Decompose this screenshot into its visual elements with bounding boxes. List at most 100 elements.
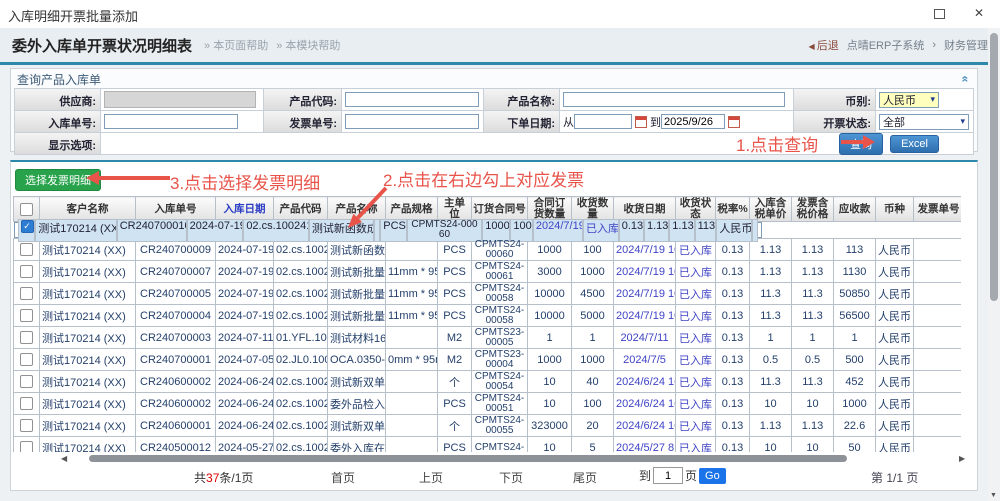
cell-currency: 人民币 (876, 437, 914, 453)
cell-invoice-price: 1.13 (792, 239, 834, 261)
cell-inbound-unit-price: 10 (750, 393, 792, 415)
cell-row-select (14, 415, 40, 437)
row-checkbox[interactable] (20, 419, 33, 432)
vertical-scrollbar[interactable]: ▼ (988, 28, 1000, 501)
chevron-down-icon: ▾ (961, 116, 966, 127)
cell-received-status[interactable]: 已入库 (676, 437, 716, 453)
maximize-icon[interactable] (934, 9, 945, 19)
inbound-no-input[interactable] (104, 114, 238, 129)
module-help-link[interactable]: » 本模块帮助 (276, 37, 340, 53)
cell-received-status[interactable]: 已入库 (676, 393, 716, 415)
row-checkbox[interactable] (20, 375, 33, 388)
cell-receivable-amount: 1130 (834, 261, 876, 283)
column-header-invoice-no[interactable]: 发票单号 (914, 197, 962, 222)
date-to-input[interactable] (661, 114, 725, 129)
cell-received-qty: 5000 (572, 305, 614, 327)
table-row: 测试170214 (XX)CR2406000022024-06-2402.cs.… (14, 371, 962, 393)
column-header-invoice-price[interactable]: 发票含税价格 (792, 197, 834, 222)
scroll-right-icon[interactable]: ▶ (959, 454, 965, 463)
cell-inbound-date: 2024-07-19 (216, 305, 274, 327)
page-help-link[interactable]: » 本页面帮助 (204, 37, 268, 53)
cell-contract-qty: 1 (528, 327, 572, 349)
row-checkbox[interactable] (20, 353, 33, 366)
cell-product-spec: 11mm * 95m (386, 305, 438, 327)
row-checkbox[interactable]: ✓ (21, 220, 34, 233)
row-checkbox[interactable] (20, 287, 33, 300)
scroll-left-icon[interactable]: ◀ (61, 454, 67, 463)
cell-inbound-order-no: CR240700003 (136, 327, 216, 349)
page-number-input[interactable] (653, 467, 683, 484)
last-page-link[interactable]: 尾页 (573, 469, 597, 486)
cell-currency: 人民币 (876, 349, 914, 371)
product-code-input[interactable] (345, 92, 479, 107)
supplier-field[interactable] (104, 91, 256, 108)
invoice-no-input[interactable] (345, 114, 479, 129)
cell-received-status[interactable]: 已入库 (676, 261, 716, 283)
row-checkbox[interactable] (20, 441, 33, 452)
scroll-down-icon[interactable]: ▼ (990, 492, 997, 499)
collapse-panel-icon[interactable]: « (959, 76, 973, 83)
column-header-currency[interactable]: 币种 (876, 197, 914, 222)
close-icon[interactable]: ✕ (974, 6, 984, 20)
row-checkbox[interactable] (20, 331, 33, 344)
cell-customer-name: 测试170214 (XX) (40, 261, 136, 283)
header-right-group: ◀后退 点晴ERP子系统 › 财务管理 (809, 37, 988, 53)
cell-received-status[interactable]: 已入库 (676, 349, 716, 371)
horizontal-scrollbar[interactable]: ◀ ▶ (11, 453, 977, 465)
cell-inbound-unit-price: 1.13 (644, 219, 669, 242)
breadcrumb-module[interactable]: 财务管理 (944, 37, 988, 53)
cell-received-date: 2024/6/24 16 (614, 415, 676, 437)
cell-contract-no: CPMTS24-00055 (472, 415, 528, 437)
cell-customer-name: 测试170214 (XX) (40, 437, 136, 453)
cell-contract-no: CPMTS24-00061 (472, 261, 528, 283)
prev-page-link[interactable]: 上页 (419, 469, 443, 486)
product-name-input[interactable] (563, 92, 785, 107)
go-button[interactable]: Go (699, 468, 726, 484)
search-button[interactable]: 查询 (839, 133, 883, 155)
cell-unit: PCS (438, 261, 472, 283)
cell-product-spec (386, 327, 438, 349)
row-checkbox[interactable] (20, 243, 33, 256)
vertical-scrollbar-thumb[interactable] (990, 33, 998, 301)
cell-contract-qty: 10 (528, 393, 572, 415)
cell-receivable-amount: 113 (695, 219, 717, 242)
cell-received-status[interactable]: 已入库 (676, 239, 716, 261)
cell-product-code: 02.cs.100246 (274, 305, 328, 327)
cell-received-status[interactable]: 已入库 (676, 415, 716, 437)
select-all-checkbox[interactable] (20, 203, 33, 216)
row-checkbox[interactable] (20, 265, 33, 278)
next-page-link[interactable]: 下页 (499, 469, 523, 486)
record-count-suffix: 条/1页 (219, 471, 253, 485)
cell-product-spec (386, 239, 438, 261)
cell-receivable-amount: 22.6 (834, 415, 876, 437)
cell-received-status[interactable]: 已入库 (676, 371, 716, 393)
cell-received-date: 2024/6/24 16 (614, 371, 676, 393)
row-checkbox[interactable] (20, 397, 33, 410)
goto-prefix-label: 到 (639, 467, 651, 484)
cell-received-status[interactable]: 已入库 (583, 219, 619, 242)
calendar-icon-to[interactable] (728, 116, 740, 128)
cell-product-spec: 11mm * 95m (386, 283, 438, 305)
select-invoice-details-button[interactable]: 选择发票明细 (15, 169, 101, 191)
invoice-status-select[interactable]: 全部▾ (879, 114, 969, 130)
calendar-icon-from[interactable] (635, 116, 647, 128)
column-header-receivable-amount[interactable]: 应收款 (834, 197, 876, 222)
cell-received-status[interactable]: 已入库 (676, 283, 716, 305)
excel-export-button[interactable]: Excel (890, 135, 939, 153)
back-label: 后退 (817, 40, 839, 52)
cell-row-select (14, 371, 40, 393)
first-page-link[interactable]: 首页 (331, 469, 355, 486)
cell-received-status[interactable]: 已入库 (676, 327, 716, 349)
cell-contract-qty: 1000 (528, 349, 572, 371)
row-checkbox[interactable] (20, 309, 33, 322)
breadcrumb-system[interactable]: 点晴ERP子系统 (847, 37, 925, 53)
query-panel-header: 查询产品入库单 « (11, 69, 977, 88)
table-row: 测试170214 (XX)CR2407000052024-07-1902.cs.… (14, 283, 962, 305)
cell-product-spec (386, 415, 438, 437)
currency-select[interactable]: 人民币▾ (879, 92, 939, 108)
cell-received-status[interactable]: 已入库 (676, 305, 716, 327)
back-button[interactable]: ◀后退 (809, 37, 839, 53)
horizontal-scrollbar-thumb[interactable] (89, 455, 847, 462)
cell-contract-no: CPMTS24-00060 (472, 239, 528, 261)
date-from-input[interactable] (574, 114, 632, 129)
